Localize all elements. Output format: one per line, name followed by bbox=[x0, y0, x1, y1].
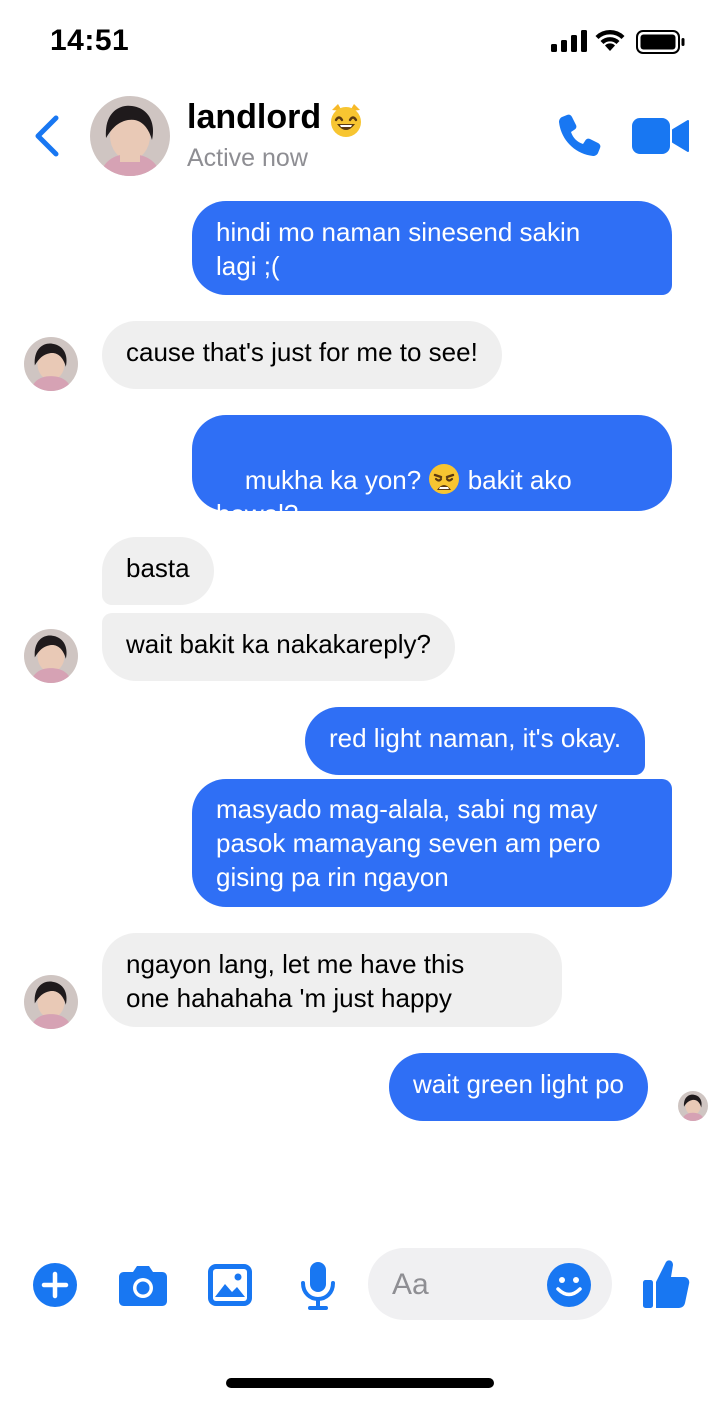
emoji-picker-icon[interactable] bbox=[546, 1262, 592, 1308]
gallery-image-icon[interactable] bbox=[207, 1263, 253, 1307]
status-bar: 14:51 bbox=[0, 0, 720, 84]
grinning-cat-emoji-icon bbox=[331, 104, 361, 137]
conversation-header: landlord Active now bbox=[0, 84, 720, 196]
read-receipt-avatar bbox=[678, 1091, 708, 1121]
sender-avatar[interactable] bbox=[24, 337, 78, 391]
thumbs-up-icon[interactable] bbox=[642, 1258, 690, 1310]
sender-avatar[interactable] bbox=[24, 975, 78, 1029]
message-bubble-outgoing[interactable]: hindi mo naman sinesend sakin lagi ;( bbox=[192, 201, 672, 295]
message-bubble-incoming[interactable]: basta bbox=[102, 537, 214, 605]
microphone-icon[interactable] bbox=[299, 1261, 337, 1311]
message-text: mukha ka yon? bbox=[244, 465, 429, 495]
sender-avatar[interactable] bbox=[24, 629, 78, 683]
message-bubble-outgoing[interactable]: wait green light po bbox=[389, 1053, 649, 1121]
battery-icon bbox=[636, 30, 685, 54]
contact-avatar[interactable] bbox=[90, 96, 170, 176]
video-call-icon[interactable] bbox=[632, 116, 690, 156]
presence-status: Active now bbox=[187, 144, 308, 172]
message-bubble-incoming[interactable]: wait bakit ka nakakareply? bbox=[102, 613, 455, 681]
message-bubble-outgoing[interactable]: masyado mag-alala, sabi ng may pasok mam… bbox=[192, 779, 672, 907]
message-composer: Aa bbox=[0, 1246, 720, 1326]
input-placeholder: Aa bbox=[392, 1268, 429, 1301]
message-bubble-outgoing[interactable]: mukha ka yon? bakit ako bawal? bbox=[192, 415, 672, 529]
wifi-icon bbox=[595, 29, 625, 51]
message-bubble-outgoing[interactable]: red light naman, it's okay. bbox=[305, 707, 646, 775]
plus-icon[interactable] bbox=[32, 1262, 78, 1308]
back-chevron-icon[interactable] bbox=[30, 112, 66, 160]
camera-icon[interactable] bbox=[118, 1263, 168, 1307]
message-bubble-incoming[interactable]: cause that's just for me to see! bbox=[102, 321, 502, 389]
message-bubble-incoming[interactable]: ngayon lang, let me have this one hahaha… bbox=[102, 933, 562, 1027]
phone-call-icon[interactable] bbox=[557, 112, 603, 158]
message-input[interactable]: Aa bbox=[368, 1248, 612, 1320]
cellular-signal-icon bbox=[551, 30, 587, 52]
home-indicator bbox=[226, 1378, 494, 1388]
contact-name[interactable]: landlord bbox=[187, 98, 321, 137]
weary-face-emoji-icon bbox=[429, 464, 460, 494]
status-time: 14:51 bbox=[50, 24, 130, 57]
